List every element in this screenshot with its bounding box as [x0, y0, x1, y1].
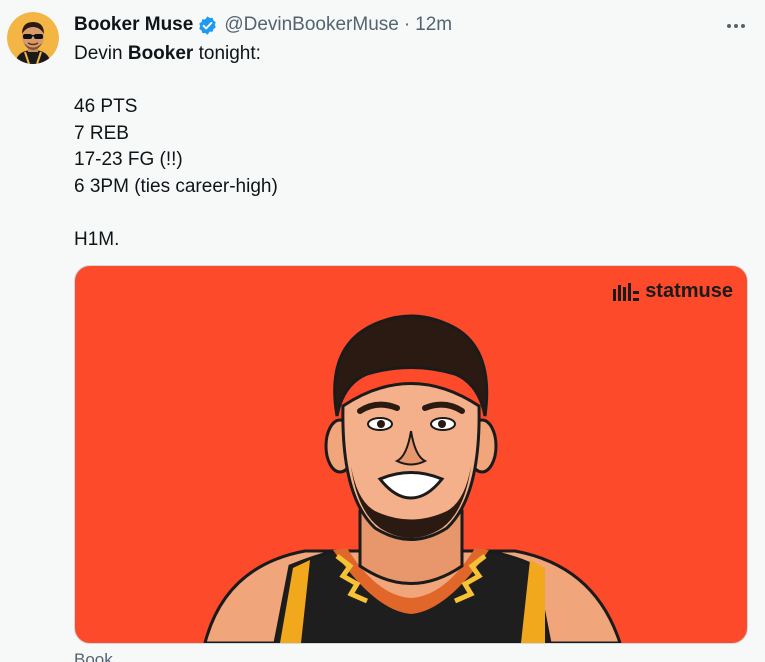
tweet-closing: H1M. — [74, 228, 120, 250]
stat-line: 6 3PM (ties career-high) — [74, 175, 278, 197]
tweet-media-image[interactable]: statmuse — [74, 265, 748, 644]
user-handle[interactable]: @DevinBookerMuse — [224, 14, 399, 36]
display-name[interactable]: Booker Muse — [74, 14, 193, 36]
below-media-text: Book — [74, 650, 113, 662]
avatar[interactable] — [7, 12, 59, 64]
header-separator: · — [403, 14, 411, 35]
tweet-text: Devin Booker tonight: 46 PTS 7 REB 17-23… — [74, 41, 744, 253]
more-options-icon[interactable] — [718, 12, 754, 40]
tweet-intro-prefix: Devin — [74, 43, 128, 64]
tweet-timestamp[interactable]: 12m — [415, 14, 452, 36]
stat-line: 17-23 FG (!!) — [74, 149, 183, 170]
avatar-image — [7, 12, 59, 64]
player-illustration — [203, 314, 622, 643]
tweet-intro-bold: Booker — [127, 43, 194, 64]
tweet-header: Booker Muse @DevinBookerMuse · 12m — [74, 11, 452, 39]
stat-line: 7 REB — [74, 122, 129, 144]
tweet-line-intro: Devin Booker tonight: — [74, 41, 744, 68]
stat-line: 46 PTS — [74, 96, 138, 117]
tweet-intro-suffix: tonight: — [193, 43, 261, 64]
verified-badge-icon[interactable] — [197, 15, 218, 36]
tweet-card[interactable]: Booker Muse @DevinBookerMuse · 12m Devin… — [0, 0, 765, 662]
